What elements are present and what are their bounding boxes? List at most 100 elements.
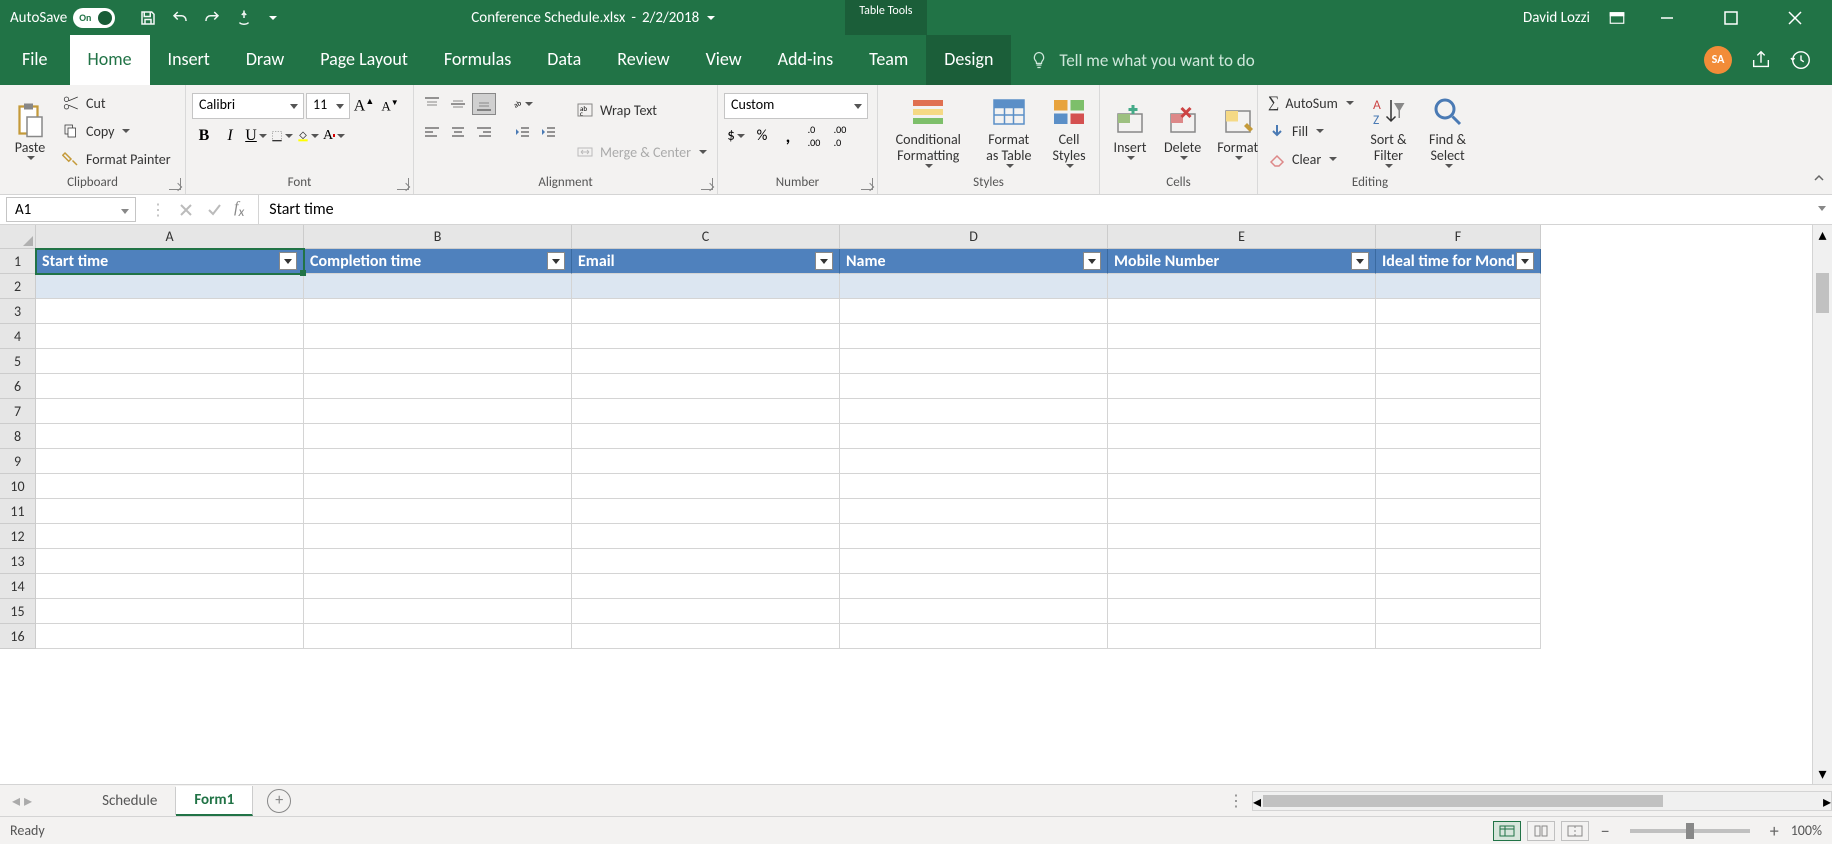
cell-styles-button[interactable]: Cell Styles — [1045, 89, 1093, 173]
merge-center-button[interactable]: Merge & Center — [572, 142, 711, 162]
zoom-slider[interactable] — [1630, 829, 1750, 833]
cell[interactable] — [36, 324, 304, 349]
align-top-button[interactable] — [420, 93, 444, 115]
cell[interactable] — [572, 449, 840, 474]
filter-button[interactable] — [815, 252, 833, 270]
cell[interactable] — [572, 424, 840, 449]
cell[interactable] — [36, 524, 304, 549]
column-header-C[interactable]: C — [572, 225, 840, 249]
cell[interactable] — [36, 274, 304, 299]
autosave-toggle[interactable]: AutoSave On — [0, 8, 125, 28]
border-button[interactable] — [270, 125, 294, 147]
touch-mode-icon[interactable] — [235, 9, 253, 27]
cell[interactable] — [1376, 424, 1541, 449]
tab-review[interactable]: Review — [599, 35, 687, 85]
cell[interactable] — [1108, 474, 1376, 499]
cell[interactable] — [304, 399, 572, 424]
format-painter-button[interactable]: Format Painter — [58, 149, 175, 169]
select-all-corner[interactable] — [0, 225, 36, 249]
cell[interactable] — [304, 524, 572, 549]
cell[interactable] — [1376, 599, 1541, 624]
cell[interactable] — [1108, 349, 1376, 374]
cell[interactable] — [1108, 549, 1376, 574]
percent-format-button[interactable]: % — [750, 125, 774, 147]
cell[interactable] — [36, 624, 304, 649]
qat-dropdown-icon[interactable] — [269, 16, 277, 20]
cell[interactable] — [840, 599, 1108, 624]
cell[interactable] — [840, 399, 1108, 424]
cell[interactable] — [572, 499, 840, 524]
row-header[interactable]: 16 — [0, 624, 36, 649]
cell[interactable] — [36, 349, 304, 374]
cell[interactable] — [1376, 274, 1541, 299]
scroll-left-icon[interactable]: ◂ — [1253, 792, 1261, 812]
increase-decimal-button[interactable]: .0.00 — [802, 125, 826, 147]
underline-button[interactable]: U — [244, 125, 268, 147]
tab-draw[interactable]: Draw — [228, 35, 302, 85]
cell[interactable] — [572, 599, 840, 624]
cell[interactable] — [840, 574, 1108, 599]
cell[interactable] — [572, 549, 840, 574]
cell[interactable] — [304, 499, 572, 524]
cell[interactable] — [304, 274, 572, 299]
tab-design[interactable]: Design — [926, 35, 1011, 85]
vertical-scrollbar[interactable]: ▴ ▾ — [1812, 225, 1832, 784]
wrap-text-button[interactable]: abcWrap Text — [572, 100, 711, 120]
shrink-font-button[interactable]: A▼ — [378, 95, 402, 117]
avatar[interactable]: SA — [1704, 46, 1732, 74]
cell[interactable] — [36, 299, 304, 324]
save-icon[interactable] — [139, 9, 157, 27]
increase-indent-button[interactable] — [536, 121, 560, 143]
share-icon[interactable] — [1750, 49, 1772, 71]
cell[interactable] — [840, 449, 1108, 474]
tab-home[interactable]: Home — [70, 35, 150, 85]
row-header[interactable]: 7 — [0, 399, 36, 424]
history-icon[interactable] — [1790, 49, 1812, 71]
row-header[interactable]: 15 — [0, 599, 36, 624]
cell[interactable] — [36, 599, 304, 624]
cell[interactable] — [572, 524, 840, 549]
cell[interactable] — [1108, 499, 1376, 524]
scroll-up-icon[interactable]: ▴ — [1813, 225, 1832, 245]
maximize-button[interactable] — [1708, 4, 1754, 32]
cell[interactable] — [1108, 524, 1376, 549]
cell[interactable] — [1376, 549, 1541, 574]
fill-color-button[interactable] — [296, 125, 320, 147]
cell[interactable] — [1108, 449, 1376, 474]
cell[interactable] — [304, 624, 572, 649]
undo-icon[interactable] — [171, 9, 189, 27]
cell[interactable] — [840, 624, 1108, 649]
zoom-level[interactable]: 100% — [1791, 822, 1822, 839]
cell[interactable] — [1376, 299, 1541, 324]
page-layout-view-button[interactable] — [1527, 821, 1555, 841]
align-bottom-button[interactable] — [472, 93, 496, 115]
font-color-button[interactable]: A — [322, 125, 346, 147]
cell[interactable]: Mobile Number — [1108, 249, 1376, 274]
row-header[interactable]: 4 — [0, 324, 36, 349]
cell[interactable] — [572, 299, 840, 324]
filter-button[interactable] — [1083, 252, 1101, 270]
orientation-button[interactable]: ab — [510, 93, 534, 115]
user-name[interactable]: David Lozzi — [1523, 9, 1590, 27]
cell[interactable] — [572, 374, 840, 399]
cell[interactable] — [1108, 624, 1376, 649]
cell[interactable] — [36, 499, 304, 524]
fill-button[interactable]: Fill — [1264, 121, 1358, 141]
cell[interactable] — [304, 449, 572, 474]
align-middle-button[interactable] — [446, 93, 470, 115]
cut-button[interactable]: Cut — [58, 93, 175, 113]
row-header[interactable]: 13 — [0, 549, 36, 574]
cell[interactable] — [1376, 474, 1541, 499]
prev-sheet-icon[interactable]: ◂ — [12, 791, 20, 811]
font-name-combo[interactable]: Calibri — [192, 93, 304, 119]
cancel-icon[interactable] — [178, 202, 194, 218]
row-header[interactable]: 10 — [0, 474, 36, 499]
copy-button[interactable]: Copy — [58, 121, 175, 141]
ribbon-options-icon[interactable] — [1608, 9, 1626, 27]
expand-formula-bar[interactable] — [1818, 206, 1826, 211]
row-header[interactable]: 6 — [0, 374, 36, 399]
cell[interactable] — [1376, 499, 1541, 524]
redo-icon[interactable] — [203, 9, 221, 27]
cell[interactable]: Ideal time for Mond — [1376, 249, 1541, 274]
decrease-indent-button[interactable] — [510, 121, 534, 143]
